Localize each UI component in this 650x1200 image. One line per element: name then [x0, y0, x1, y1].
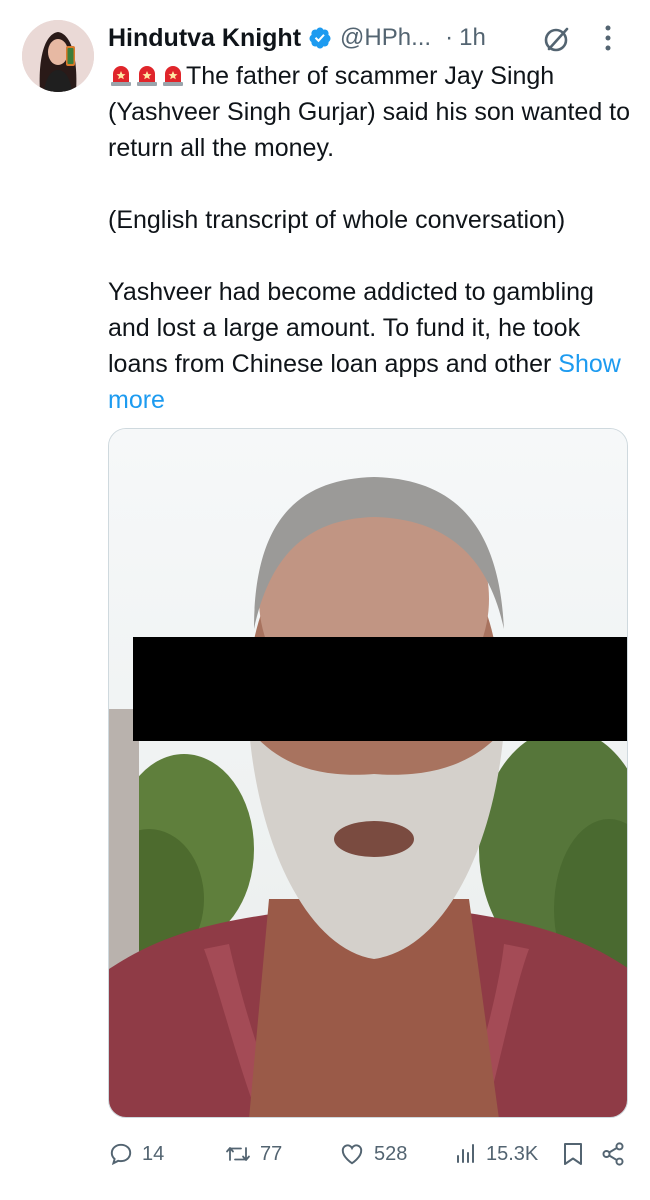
- views-button[interactable]: 15.3K: [454, 1141, 562, 1167]
- tweet-paragraph-2: (English transcript of whole conversatio…: [108, 206, 566, 234]
- tweet-paragraph-1: The father of scammer Jay Singh (Yashvee…: [108, 58, 638, 166]
- heart-icon: [341, 1144, 363, 1165]
- photo-image: [109, 429, 627, 1117]
- bookmark-button[interactable]: [562, 1141, 600, 1167]
- avatar-image: [22, 20, 94, 92]
- author-name[interactable]: Hindutva Knight: [108, 24, 301, 53]
- repost-icon: [226, 1147, 250, 1161]
- tweet-time[interactable]: 1h: [459, 24, 486, 52]
- tweet-media-image[interactable]: [108, 428, 628, 1118]
- more-options-icon[interactable]: [602, 22, 614, 54]
- grok-icon[interactable]: [542, 24, 572, 54]
- repost-count: 77: [260, 1142, 283, 1165]
- tweet-line-1: The father of scammer Jay Singh (Yashvee…: [108, 62, 631, 162]
- tweet-line-3: Yashveer had become addicted to gambling…: [108, 278, 594, 378]
- reply-button[interactable]: 14: [108, 1141, 224, 1167]
- views-count: 15.3K: [486, 1142, 539, 1165]
- verified-badge-icon: [309, 27, 331, 49]
- like-count: 528: [374, 1142, 408, 1165]
- views-chart-icon: [457, 1144, 474, 1163]
- tweet-paragraph-3: Yashveer had become addicted to gambling…: [108, 274, 638, 418]
- siren-icon: [163, 66, 183, 86]
- bookmark-icon: [564, 1143, 582, 1165]
- siren-icon: [111, 66, 131, 86]
- tweet-text: The father of scammer Jay Singh (Yashvee…: [108, 58, 638, 418]
- author-avatar[interactable]: [22, 20, 94, 92]
- author-handle[interactable]: @HPh...: [340, 24, 431, 52]
- share-icon: [602, 1142, 624, 1166]
- share-button[interactable]: [600, 1141, 630, 1167]
- tweet-header: Hindutva Knight @HPh... · 1h: [108, 18, 634, 58]
- separator-dot: ·: [445, 24, 454, 51]
- like-button[interactable]: 528: [338, 1141, 454, 1167]
- reply-count: 14: [142, 1142, 165, 1165]
- repost-button[interactable]: 77: [224, 1141, 338, 1167]
- siren-icon: [137, 66, 157, 86]
- tweet-actions: 14 77 528 15.3K: [108, 1132, 638, 1176]
- reply-icon: [110, 1143, 132, 1166]
